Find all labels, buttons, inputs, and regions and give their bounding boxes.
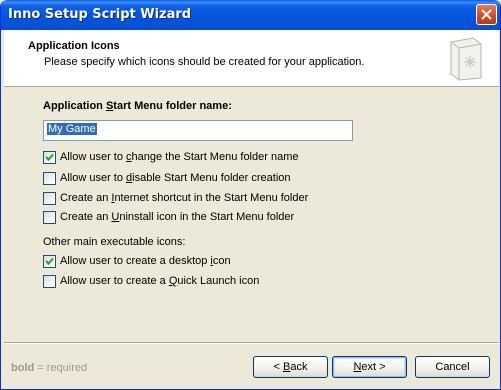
uninstall-icon-checkbox[interactable]: Create an Uninstall icon in the Start Me… — [43, 209, 294, 225]
checkbox-box[interactable] — [43, 274, 56, 288]
other-icons-label: Other main executable icons: — [43, 236, 186, 248]
checkmark-icon — [45, 257, 54, 265]
required-note: bold = required — [11, 362, 88, 374]
window-title: Inno Setup Script Wizard — [8, 7, 192, 22]
wizard-book-icon — [450, 37, 482, 81]
title-bar[interactable]: Inno Setup Script Wizard — [1, 0, 500, 30]
checkbox-label: Allow user to create a desktop icon — [60, 255, 231, 267]
close-button[interactable] — [476, 4, 497, 25]
checkbox-label: Create an Internet shortcut in the Start… — [60, 192, 309, 204]
allow-disable-folder-checkbox[interactable]: Allow user to disable Start Menu folder … — [43, 170, 291, 186]
back-button[interactable]: < Back — [253, 356, 328, 378]
page-title: Application Icons — [28, 40, 120, 52]
checkbox-box[interactable] — [43, 191, 56, 205]
checkbox-label: Allow user to disable Start Menu folder … — [60, 172, 291, 184]
checkbox-box[interactable] — [43, 210, 56, 224]
footer-separator — [4, 342, 499, 344]
page-subtitle: Please specify which icons should be cre… — [44, 56, 365, 68]
checkbox-box[interactable] — [43, 150, 56, 164]
cancel-button[interactable]: Cancel — [415, 356, 490, 378]
internet-shortcut-checkbox[interactable]: Create an Internet shortcut in the Start… — [43, 190, 308, 206]
wizard-window: Inno Setup Script Wizard Application Ico… — [0, 0, 501, 390]
quick-launch-checkbox[interactable]: Allow user to create a Quick Launch icon — [43, 273, 259, 289]
checkbox-label: Allow user to change the Start Menu fold… — [60, 151, 299, 163]
start-menu-folder-label: Application Start Menu folder name: — [43, 100, 232, 112]
next-button[interactable]: Next > — [332, 356, 407, 378]
checkbox-box[interactable] — [43, 254, 56, 268]
checkbox-label: Create an Uninstall icon in the Start Me… — [60, 211, 295, 223]
start-menu-folder-value: My Game — [47, 123, 97, 135]
close-icon — [481, 9, 492, 20]
start-menu-folder-input[interactable]: My Game — [43, 120, 353, 141]
allow-change-folder-checkbox[interactable]: Allow user to change the Start Menu fold… — [43, 149, 298, 165]
checkbox-label: Allow user to create a Quick Launch icon — [60, 275, 260, 287]
checkbox-box[interactable] — [43, 171, 56, 185]
wizard-header: Application Icons Please specify which i… — [4, 30, 499, 87]
checkmark-icon — [45, 153, 54, 161]
desktop-icon-checkbox[interactable]: Allow user to create a desktop icon — [43, 253, 231, 269]
